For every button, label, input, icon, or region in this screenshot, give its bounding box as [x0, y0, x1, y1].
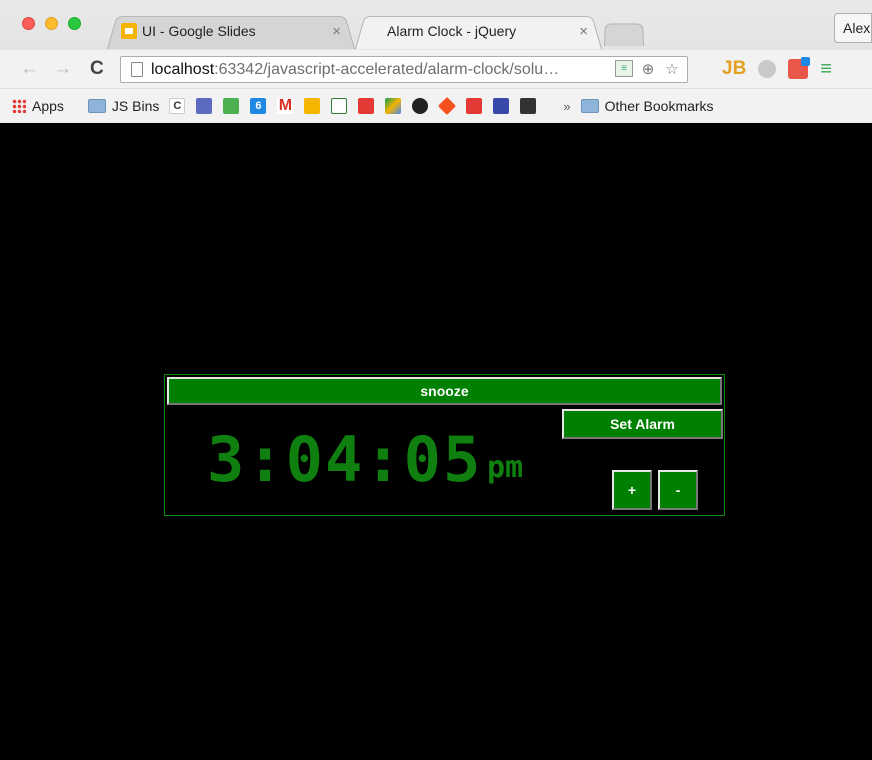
- folder-icon: [580, 99, 599, 113]
- minimize-window-icon[interactable]: [45, 17, 58, 30]
- bookmark-js-bins[interactable]: JS Bins: [87, 98, 160, 114]
- url-host: localhost: [151, 60, 215, 78]
- back-arrow-icon[interactable]: ←: [20, 59, 39, 79]
- calendar-icon[interactable]: 6: [250, 98, 267, 114]
- mail-icon[interactable]: [304, 98, 321, 114]
- new-tab-button[interactable]: [604, 22, 644, 46]
- url-text[interactable]: localhost:63342/javascript-accelerated/a…: [151, 61, 621, 79]
- page-icon: [131, 62, 143, 77]
- forward-arrow-icon[interactable]: →: [53, 59, 72, 79]
- tab-google-slides[interactable]: UI - Google Slides ×: [107, 13, 355, 49]
- h-bookmark-icon[interactable]: [493, 98, 510, 114]
- browser-chrome: UI - Google Slides × Alarm Clock - jQuer…: [0, 0, 872, 123]
- omnibox-icons: ≡ ⊕ ☆: [615, 60, 681, 78]
- sheets-icon[interactable]: [331, 98, 348, 114]
- maximize-window-icon[interactable]: [68, 17, 81, 30]
- drive-icon[interactable]: [385, 98, 402, 114]
- bookmarks-bar: Apps JS Bins C 6 M » Other Bookmarks: [0, 88, 872, 123]
- git-icon[interactable]: [438, 96, 457, 116]
- github-icon[interactable]: [412, 98, 429, 114]
- jetbrains-extension-icon[interactable]: JB: [722, 58, 746, 80]
- meridiem-display: pm: [487, 450, 524, 485]
- folder-icon: [87, 99, 106, 113]
- chat-extension-icon[interactable]: [758, 60, 777, 78]
- bookmark-label: JS Bins: [111, 98, 160, 114]
- dark-bookmark-icon[interactable]: [520, 98, 537, 114]
- time-display: 3:04:05: [207, 423, 483, 496]
- menu-icon[interactable]: ≡: [820, 59, 832, 79]
- alarm-clock: snooze Set Alarm 3:04:05 pm + -: [164, 374, 725, 516]
- toolbar: ← → C localhost:63342/javascript-acceler…: [0, 50, 872, 88]
- tab-close-icon[interactable]: ×: [579, 23, 588, 40]
- bookmark-label: Other Bookmarks: [604, 98, 714, 114]
- close-window-icon[interactable]: [22, 17, 35, 30]
- tab-title: Alarm Clock - jQuery: [387, 23, 517, 39]
- google-slides-icon: [121, 23, 137, 39]
- address-bar[interactable]: localhost:63342/javascript-accelerated/a…: [120, 56, 688, 83]
- apps-grid-icon: [12, 99, 26, 113]
- tab-alarm-clock[interactable]: Alarm Clock - jQuery ×: [355, 13, 602, 49]
- reader-icon[interactable]: ≡: [615, 60, 633, 77]
- star-bookmark-icon[interactable]: ☆: [663, 60, 681, 78]
- reload-icon[interactable]: C: [90, 59, 104, 79]
- snooze-button[interactable]: snooze: [167, 377, 722, 405]
- set-alarm-button[interactable]: Set Alarm: [562, 409, 723, 439]
- zoom-icon[interactable]: ⊕: [639, 60, 657, 78]
- decrement-button[interactable]: -: [658, 470, 698, 510]
- profile-button[interactable]: Alex: [834, 13, 872, 43]
- extension-icons: JB ≡: [722, 57, 832, 80]
- page-viewport: snooze Set Alarm 3:04:05 pm + -: [0, 123, 872, 760]
- translate-icon[interactable]: [466, 98, 483, 114]
- tab-title: UI - Google Slides: [142, 23, 256, 39]
- bookmark-apps[interactable]: Apps: [12, 98, 64, 114]
- c-bookmark-icon[interactable]: C: [169, 98, 186, 114]
- tab-strip: UI - Google Slides × Alarm Clock - jQuer…: [0, 0, 872, 50]
- increment-button[interactable]: +: [612, 470, 652, 510]
- tab-close-icon[interactable]: ×: [332, 23, 341, 40]
- bookmark-other[interactable]: Other Bookmarks: [580, 98, 714, 114]
- url-path: :63342/javascript-accelerated/alarm-cloc…: [214, 60, 560, 78]
- maps-icon[interactable]: [223, 98, 240, 114]
- tab-background: [604, 23, 644, 46]
- bookmarks-overflow-icon[interactable]: »: [563, 99, 570, 114]
- gmail-icon[interactable]: M: [277, 97, 294, 114]
- badge-extension-icon[interactable]: [788, 57, 811, 79]
- bookmark-label: Apps: [32, 98, 64, 114]
- bookmark-red-icon[interactable]: [358, 98, 375, 114]
- bookmark-icon[interactable]: [196, 98, 213, 114]
